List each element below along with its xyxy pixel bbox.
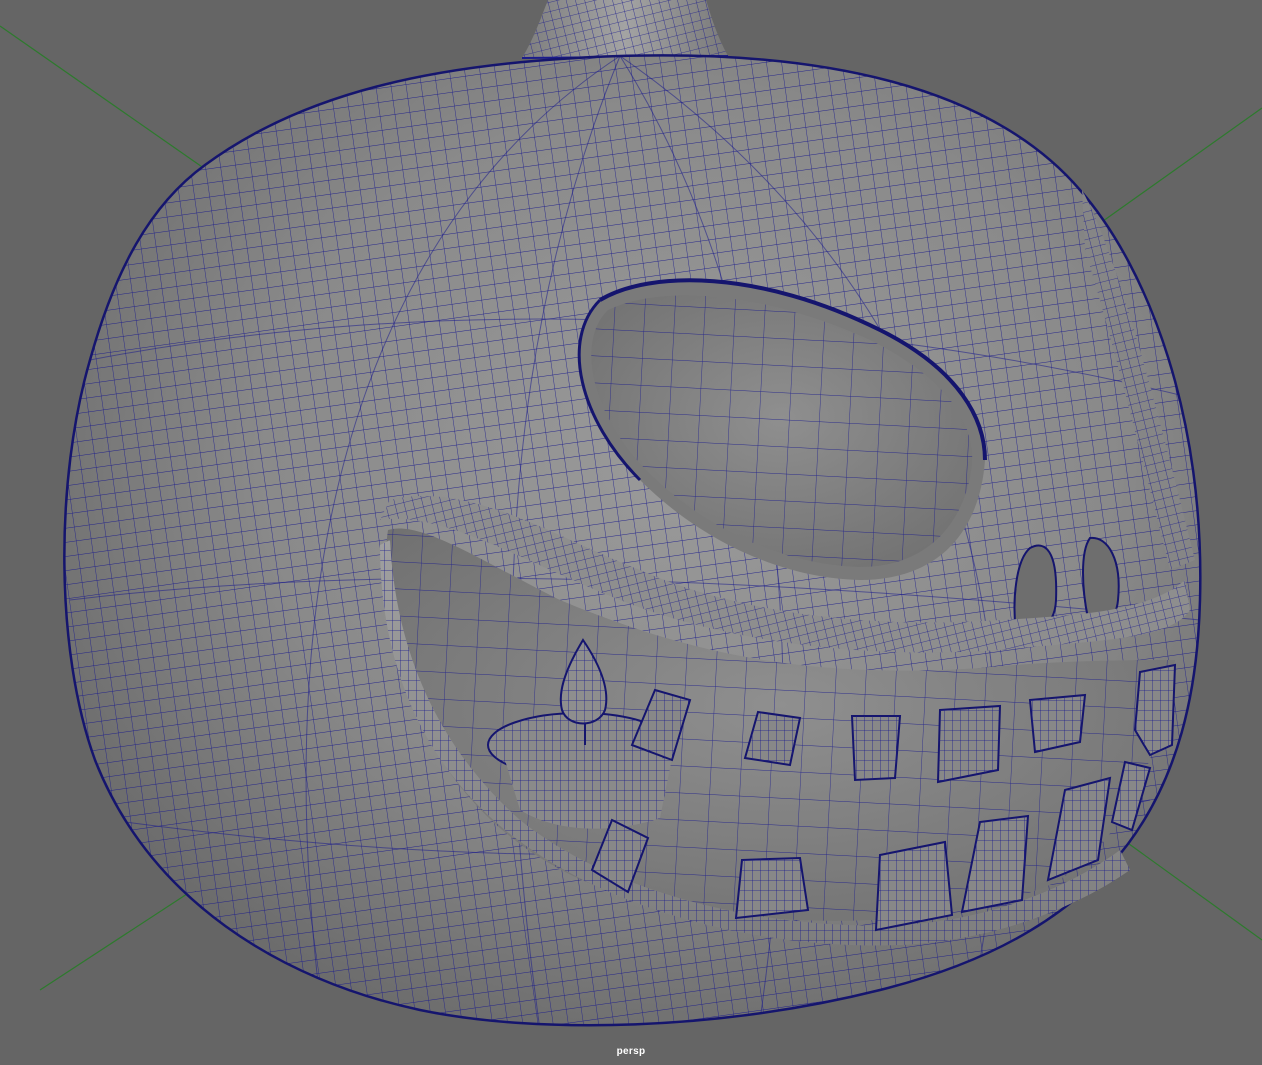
upper-tooth[interactable] [850,715,902,782]
lower-tooth[interactable] [874,840,954,932]
viewport-canvas[interactable] [0,0,1262,1065]
upper-tooth[interactable] [1133,663,1177,757]
upper-tooth[interactable] [1028,693,1087,754]
maya-perspective-viewport[interactable]: persp [0,0,1262,1065]
camera-name-label: persp [616,1046,646,1057]
upper-tooth[interactable] [936,704,1002,784]
pumpkin-stem[interactable] [521,0,729,59]
lower-tooth[interactable] [734,856,810,920]
